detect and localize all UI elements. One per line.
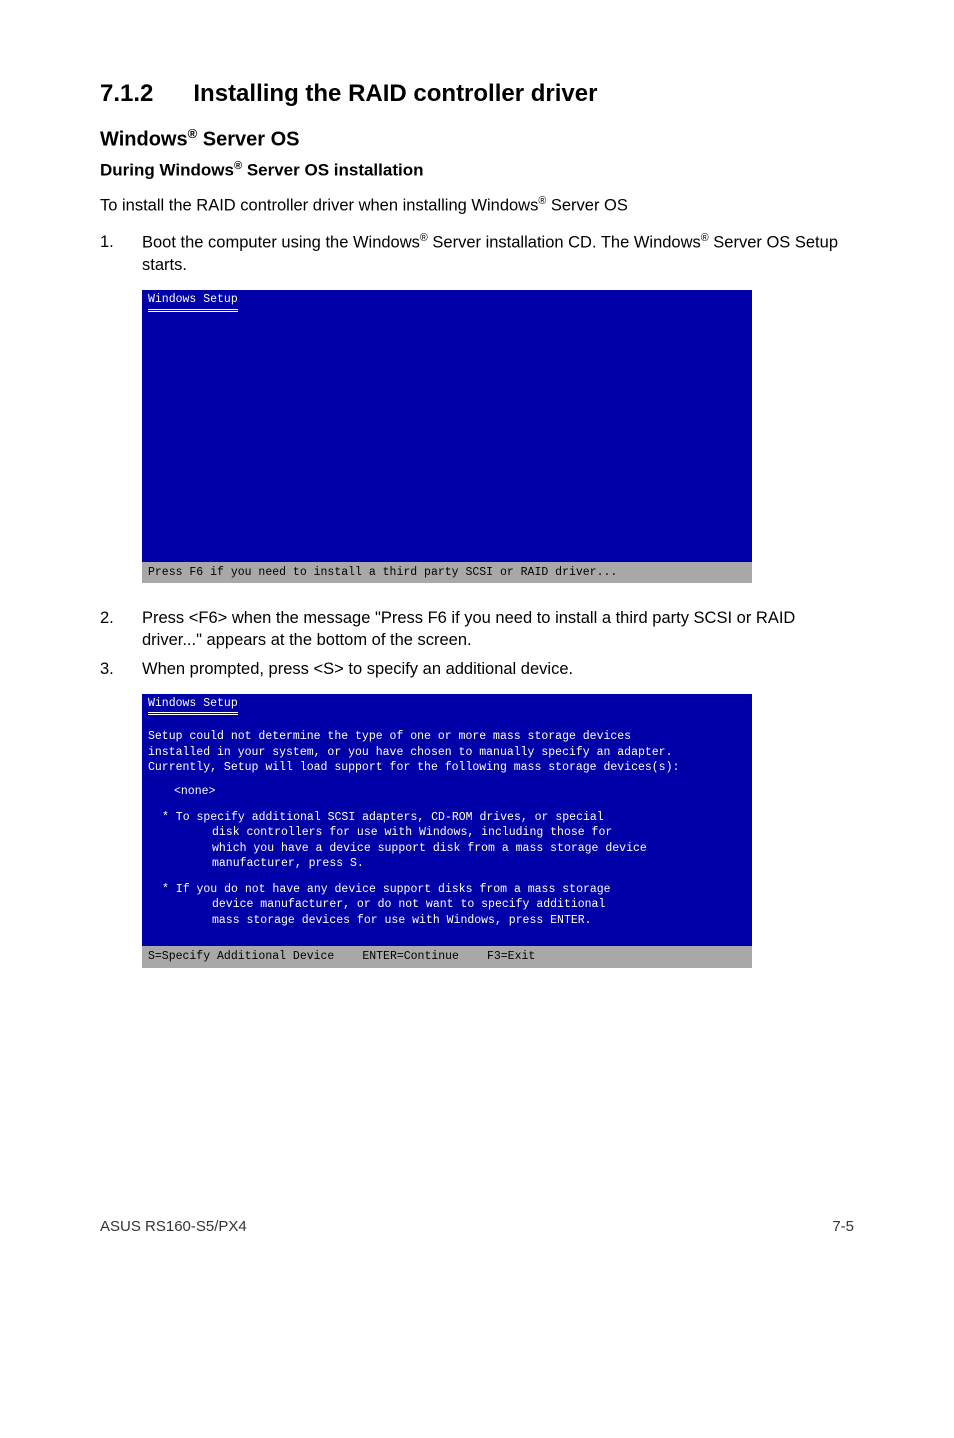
terminal-status: S=Specify Additional DeviceENTER=Continu… bbox=[142, 946, 752, 968]
step-content: Boot the computer using the Windows® Ser… bbox=[142, 231, 854, 276]
terminal-line: Setup could not determine the type of on… bbox=[148, 729, 746, 745]
step-content: Press <F6> when the message "Press F6 if… bbox=[142, 607, 854, 652]
terminal-title: Windows Setup bbox=[148, 696, 238, 716]
page-footer: ASUS RS160-S5/PX4 7-5 bbox=[100, 1218, 854, 1235]
step-number: 1. bbox=[100, 231, 142, 276]
terminal-bullet-2: * If you do not have any device support … bbox=[148, 882, 746, 929]
step-number: 2. bbox=[100, 607, 142, 652]
step-number: 3. bbox=[100, 658, 142, 680]
terminal-bullet-1: * To specify additional SCSI adapters, C… bbox=[148, 810, 746, 872]
step-2: 2. Press <F6> when the message "Press F6… bbox=[100, 607, 854, 652]
intro-text: To install the RAID controller driver wh… bbox=[100, 194, 854, 217]
footer-left: ASUS RS160-S5/PX4 bbox=[100, 1218, 247, 1235]
step-content: When prompted, press <S> to specify an a… bbox=[142, 658, 854, 680]
terminal-line: installed in your system, or you have ch… bbox=[148, 745, 746, 761]
terminal-none: <none> bbox=[148, 784, 746, 800]
windows-setup-screen-1: Windows Setup Press F6 if you need to in… bbox=[142, 290, 752, 583]
section-heading: 7.1.2 Installing the RAID controller driv… bbox=[100, 80, 854, 108]
terminal-line: Currently, Setup will load support for t… bbox=[148, 760, 746, 776]
step-3: 3. When prompted, press <S> to specify a… bbox=[100, 658, 854, 680]
subsubsection-heading: During Windows® Server OS installation bbox=[100, 160, 854, 181]
step-1: 1. Boot the computer using the Windows® … bbox=[100, 231, 854, 276]
section-number: 7.1.2 bbox=[100, 80, 153, 108]
terminal-title: Windows Setup bbox=[148, 292, 238, 312]
terminal-status: Press F6 if you need to install a third … bbox=[142, 562, 752, 584]
subsection-heading: Windows® Server OS bbox=[100, 126, 854, 152]
footer-right: 7-5 bbox=[832, 1218, 854, 1235]
windows-setup-screen-2: Windows Setup Setup could not determine … bbox=[142, 694, 752, 968]
section-title: Installing the RAID controller driver bbox=[193, 80, 597, 107]
